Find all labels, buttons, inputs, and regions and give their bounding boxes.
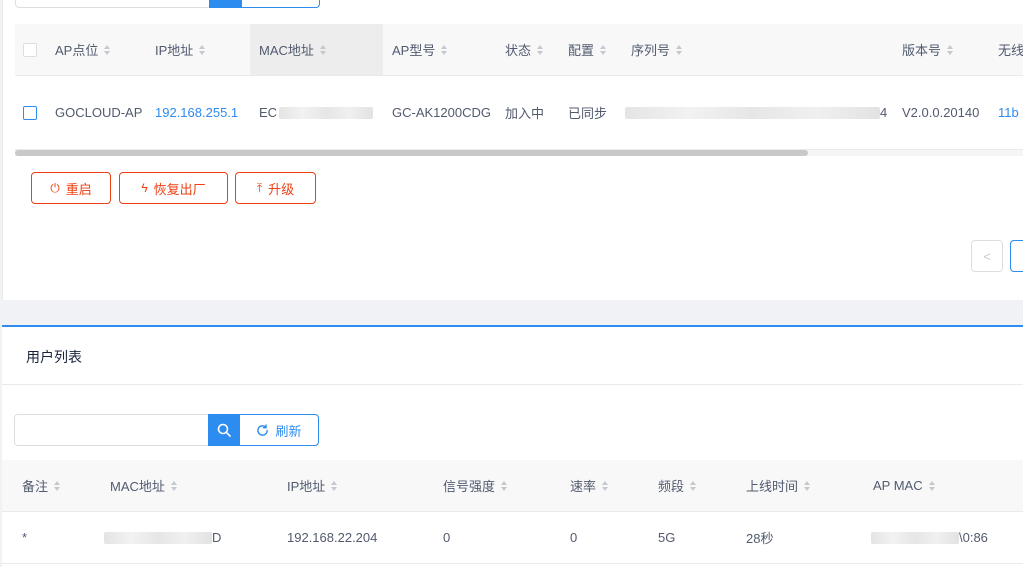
cell-rate: 0 [570, 530, 578, 545]
user-list-panel: 用户列表 刷新 备注 MAC地址 IP地址 信号强度 速率 频段 上线时间 AP… [2, 325, 1023, 567]
table-row[interactable]: GOCLOUD-AP 192.168.255.1 EC GC-AK1200CDG… [15, 76, 1023, 150]
ap-refresh-button[interactable] [241, 0, 320, 8]
cell-status: 加入中 [505, 106, 545, 121]
cell-version: V2.0.0.20140 [902, 105, 980, 120]
ap-table-header: AP点位 IP地址 MAC地址 AP型号 状态 配置 序列号 版本号 无线 [15, 24, 1023, 76]
redacted-mac [279, 106, 374, 119]
cell-user-mac: D [104, 512, 221, 563]
cell-note: * [22, 530, 28, 545]
ap-search-button[interactable] [209, 0, 241, 8]
col-user-ip[interactable]: IP地址 [287, 460, 338, 511]
cell-online-time: 28秒 [746, 531, 774, 546]
horizontal-scrollbar[interactable] [15, 150, 1023, 156]
upload-icon: ⤒ [256, 180, 263, 195]
sort-icon[interactable] [928, 480, 935, 491]
divider [2, 384, 1023, 385]
ap-search-input[interactable] [15, 0, 211, 8]
col-ap-model[interactable]: AP型号 [392, 24, 448, 75]
sort-icon[interactable] [947, 44, 954, 55]
user-search-input[interactable] [14, 414, 210, 446]
sort-icon[interactable] [104, 44, 111, 55]
col-ip[interactable]: IP地址 [155, 24, 206, 75]
panel-title: 用户列表 [26, 349, 82, 365]
col-band[interactable]: 频段 [658, 460, 697, 511]
sort-icon[interactable] [199, 44, 206, 55]
redacted-mac [104, 531, 212, 544]
cell-model: GC-AK1200CDG [392, 105, 491, 120]
power-icon: ⏻ [50, 180, 60, 195]
user-search-button[interactable] [208, 414, 240, 446]
sort-icon[interactable] [676, 44, 683, 55]
col-status[interactable]: 状态 [505, 24, 544, 75]
sort-icon[interactable] [600, 44, 607, 55]
sort-icon[interactable] [170, 480, 177, 491]
col-serial[interactable]: 序列号 [631, 24, 683, 75]
table-row[interactable]: * D 192.168.22.204 0 0 5G 28秒 \0:86 [2, 512, 1023, 564]
sort-icon[interactable] [54, 480, 61, 491]
reboot-button[interactable]: ⏻ 重启 [31, 172, 111, 204]
lightning-icon: ϟ [141, 181, 148, 195]
cell-serial: 4 [625, 76, 887, 149]
sort-icon[interactable] [804, 480, 811, 491]
chevron-left-icon: < [983, 248, 991, 264]
upgrade-button[interactable]: ⤒ 升级 [235, 172, 316, 204]
col-rate[interactable]: 速率 [570, 460, 609, 511]
factory-reset-button[interactable]: ϟ 恢复出厂 [119, 172, 228, 204]
col-note[interactable]: 备注 [22, 460, 61, 511]
scrollbar-thumb[interactable] [15, 150, 808, 156]
col-mac[interactable]: MAC地址 [250, 24, 383, 75]
cell-user-ip: 192.168.22.204 [287, 530, 378, 545]
search-icon [217, 423, 231, 437]
cell-ap-mac: \0:86 [871, 512, 988, 563]
redacted-serial [625, 106, 880, 119]
sort-icon[interactable] [537, 44, 544, 55]
cell-config: 已同步 [568, 106, 608, 121]
col-wireless[interactable]: 无线 [998, 24, 1023, 75]
row-checkbox[interactable] [23, 76, 37, 149]
sort-icon[interactable] [501, 480, 508, 491]
col-version[interactable]: 版本号 [902, 24, 954, 75]
cell-mac: EC [259, 76, 374, 149]
sort-icon[interactable] [331, 480, 338, 491]
sort-icon[interactable] [602, 480, 609, 491]
col-ap-location[interactable]: AP点位 [55, 24, 111, 75]
col-config[interactable]: 配置 [568, 24, 607, 75]
cell-band: 5G [658, 530, 676, 545]
col-ap-mac[interactable]: AP MAC [873, 460, 935, 511]
ap-list-panel: AP点位 IP地址 MAC地址 AP型号 状态 配置 序列号 版本号 无线 GO… [2, 0, 1023, 300]
sort-icon[interactable] [441, 44, 448, 55]
sort-icon[interactable] [690, 480, 697, 491]
user-refresh-button[interactable]: 刷新 [239, 414, 319, 446]
cell-ip-link[interactable]: 192.168.255.1 [155, 76, 238, 149]
pager-prev-button[interactable]: < [971, 240, 1003, 272]
col-signal[interactable]: 信号强度 [443, 460, 508, 511]
pager-page-button[interactable] [1010, 240, 1023, 272]
user-table-header: 备注 MAC地址 IP地址 信号强度 速率 频段 上线时间 AP MAC [2, 460, 1023, 512]
sort-icon[interactable] [319, 44, 326, 55]
select-all-checkbox[interactable] [23, 24, 37, 75]
cell-wireless[interactable]: 11b [998, 76, 1019, 149]
cell-signal: 0 [443, 530, 451, 545]
refresh-icon [257, 423, 269, 436]
col-user-mac[interactable]: MAC地址 [110, 460, 177, 511]
cell-location: GOCLOUD-AP [55, 105, 143, 120]
redacted-ap-mac [871, 531, 959, 544]
col-online-time[interactable]: 上线时间 [746, 460, 811, 511]
